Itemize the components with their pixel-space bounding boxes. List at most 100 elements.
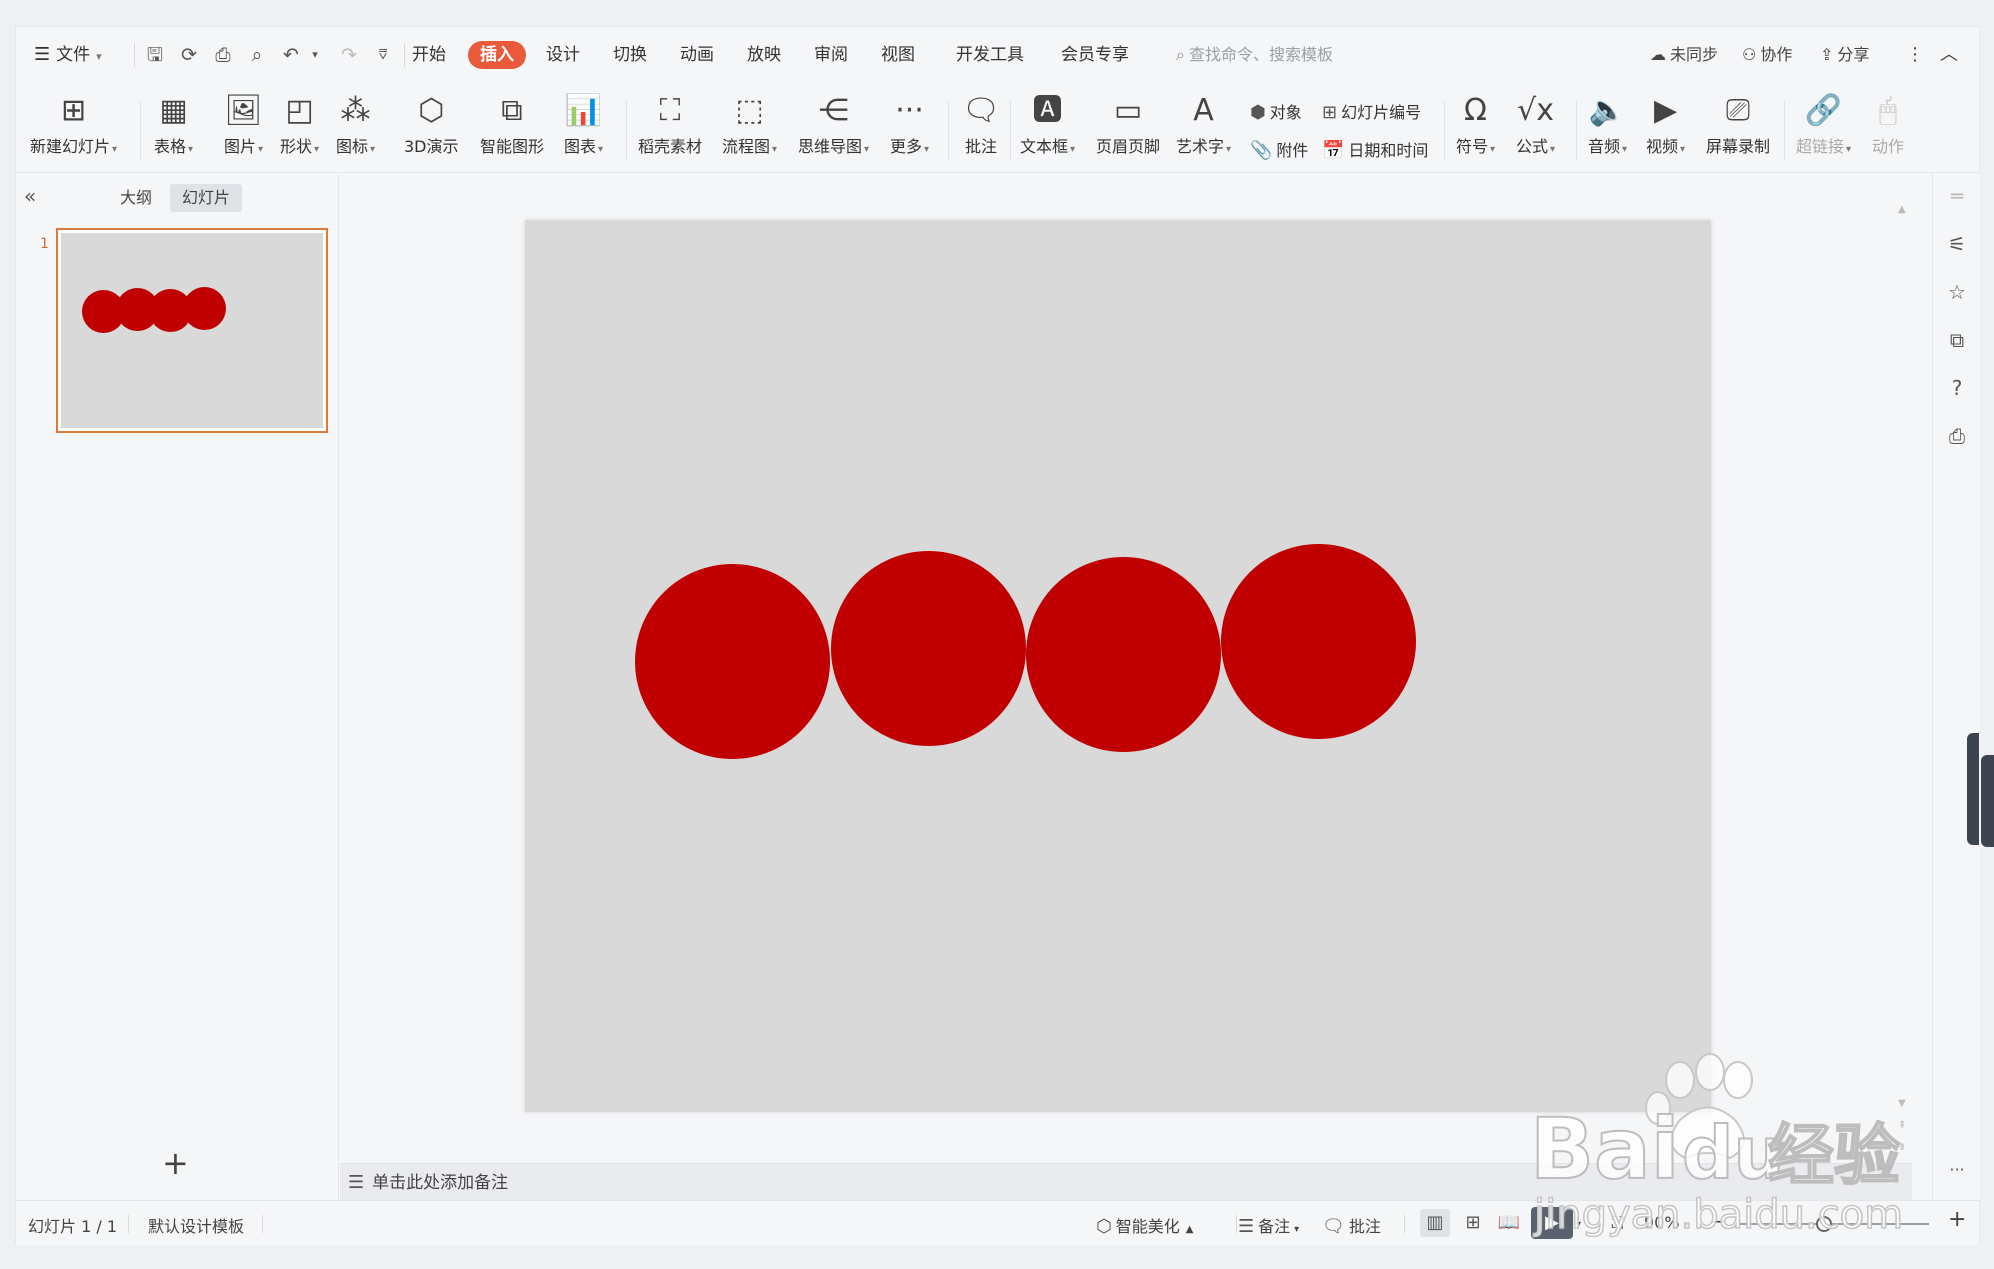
backup-icon[interactable]: ⎙ xyxy=(1943,422,1971,450)
more-button[interactable]: ··· 更多 ▾ xyxy=(890,89,929,157)
help-icon[interactable]: ? xyxy=(1943,374,1971,402)
hyperlink-button[interactable]: 🔗 超链接 ▾ xyxy=(1796,89,1851,157)
collab-button[interactable]: ⚇ 协作 xyxy=(1742,41,1792,69)
tab-view[interactable]: 视图 xyxy=(881,41,915,69)
sync-status[interactable]: ☁ 未同步 xyxy=(1650,41,1718,69)
scroll-down-icon[interactable]: ▼ xyxy=(1898,1098,1906,1109)
undo-icon[interactable]: ↶ xyxy=(278,41,304,69)
formula-button[interactable]: √x 公式 ▾ xyxy=(1516,89,1555,157)
tab-animations[interactable]: 动画 xyxy=(680,41,714,69)
play-slideshow-icon[interactable]: ▶ xyxy=(1531,1207,1573,1239)
datetime-button[interactable]: 📅 日期和时间 xyxy=(1322,137,1428,161)
more-icon[interactable]: ··· xyxy=(1943,1156,1971,1184)
red-circle-2[interactable] xyxy=(831,551,1026,746)
wordart-button[interactable]: A 艺术字 ▾ xyxy=(1176,89,1231,157)
object-icon: ⬢ xyxy=(1250,102,1266,123)
collapse-panel-icon[interactable]: « xyxy=(24,184,36,208)
tab-transitions[interactable]: 切换 xyxy=(613,41,647,69)
undo-dropdown-icon[interactable]: ▾ xyxy=(302,41,328,69)
zoom-slider-knob[interactable] xyxy=(1816,1216,1832,1232)
collapse-ribbon-icon[interactable]: ︿ xyxy=(1940,41,1958,69)
notes-area[interactable]: ☰ 单击此处添加备注 xyxy=(340,1163,1912,1200)
command-search[interactable]: ⌕ 查找命令、搜索模板 xyxy=(1176,41,1333,69)
tab-outline[interactable]: 大纲 xyxy=(108,184,164,212)
vertical-scrollbar[interactable]: ▲ ▼ ⇞ ⇟ xyxy=(1896,174,1912,1164)
icon-button[interactable]: ⁂ 图标 ▾ xyxy=(336,89,375,157)
prev-slide-icon[interactable]: ⇞ xyxy=(1898,1120,1906,1131)
shape-icon: ◰ xyxy=(285,93,314,128)
slide-sorter-icon[interactable]: ⊞ xyxy=(1458,1209,1488,1237)
template-name[interactable]: 默认设计模板 xyxy=(148,1213,244,1237)
tab-developer[interactable]: 开发工具 xyxy=(956,41,1024,69)
slide-thumbnail[interactable] xyxy=(56,228,328,433)
transition-icon[interactable]: ⧉ xyxy=(1943,326,1971,354)
fit-window-icon[interactable]: ⛶ xyxy=(1612,1213,1623,1233)
symbol-button[interactable]: Ω 符号 ▾ xyxy=(1456,89,1495,157)
new-slide-button[interactable]: ⊞ 新建幻灯片 ▾ xyxy=(30,89,117,157)
smartart-icon: ⧉ xyxy=(501,93,523,128)
tab-home[interactable]: 开始 xyxy=(412,41,446,69)
zoom-in-icon[interactable]: + xyxy=(1948,1207,1966,1232)
tab-review[interactable]: 审阅 xyxy=(814,41,848,69)
file-menu[interactable]: ☰ 文件 ▾ xyxy=(34,41,102,69)
drag-handle-icon[interactable]: ═ xyxy=(1943,182,1971,210)
table-button[interactable]: ▦ 表格 ▾ xyxy=(154,89,193,157)
slide-number-button[interactable]: ⊞ 幻灯片编号 xyxy=(1322,99,1421,123)
screen-record-button[interactable]: ⎚ 屏幕录制 xyxy=(1706,89,1770,157)
chart-button[interactable]: 📊 图表 ▾ xyxy=(564,89,603,157)
comment-button[interactable]: 🗨 批注 xyxy=(962,89,1000,157)
tab-design[interactable]: 设计 xyxy=(546,41,580,69)
action-button[interactable]: 🖱 动作 xyxy=(1872,89,1904,157)
picture-button[interactable]: 🖼 图片 ▾ xyxy=(224,89,263,157)
slide-canvas[interactable] xyxy=(525,220,1711,1112)
zoom-slider[interactable] xyxy=(1739,1223,1929,1225)
mindmap-button[interactable]: ⋲ 思维导图 ▾ xyxy=(798,89,869,157)
tab-slides[interactable]: 幻灯片 xyxy=(170,184,243,212)
format-painter-icon[interactable]: ⟳ xyxy=(176,41,202,69)
more-options-icon[interactable]: ⋮ xyxy=(1906,41,1924,69)
redo-icon[interactable]: ↷ xyxy=(336,41,362,69)
reading-view-icon[interactable]: 📖 xyxy=(1494,1209,1524,1237)
scroll-up-icon[interactable]: ▲ xyxy=(1898,204,1906,215)
play-dropdown-icon[interactable]: ▾ xyxy=(1576,1219,1581,1230)
sqrt-icon: √x xyxy=(1517,93,1554,128)
red-circle-1[interactable] xyxy=(635,564,830,759)
properties-icon[interactable]: ⚟ xyxy=(1943,230,1971,258)
cube-icon: ⬡ xyxy=(418,93,445,128)
attachment-button[interactable]: 📎 附件 xyxy=(1250,137,1308,161)
video-button[interactable]: ▶ 视频 ▾ xyxy=(1646,89,1685,157)
object-button[interactable]: ⬢ 对象 xyxy=(1250,99,1302,123)
header-footer-button[interactable]: ▭ 页眉页脚 xyxy=(1096,89,1160,157)
zoom-out-icon[interactable]: − xyxy=(1710,1209,1727,1233)
shape-button[interactable]: ◰ 形状 ▾ xyxy=(280,89,319,157)
audio-button[interactable]: 🔈 音频 ▾ xyxy=(1588,89,1627,157)
add-slide-icon[interactable]: + xyxy=(162,1144,189,1182)
tab-slideshow[interactable]: 放映 xyxy=(747,41,781,69)
textbox-button[interactable]: 🅰 文本框 ▾ xyxy=(1020,89,1075,157)
smartart-button[interactable]: ⧉ 智能图形 xyxy=(480,89,544,157)
smart-beautify-button[interactable]: ⬡ 智能美化 ▲ xyxy=(1096,1213,1193,1237)
slide-count: 幻灯片 1 / 1 xyxy=(28,1217,118,1236)
tab-member[interactable]: 会员专享 xyxy=(1061,41,1129,69)
divider xyxy=(134,43,135,67)
flowchart-button[interactable]: ⬚ 流程图 ▾ xyxy=(722,89,777,157)
customize-toolbar-icon[interactable]: ⩢ xyxy=(370,41,396,69)
print-icon[interactable]: ⎙ xyxy=(210,41,236,69)
print-preview-icon[interactable]: ⌕ xyxy=(244,41,270,69)
side-widget-handle[interactable] xyxy=(1967,733,1979,845)
red-circle-3[interactable] xyxy=(1026,557,1221,752)
notes-toggle[interactable]: ☰ 备注 ▾ xyxy=(1238,1213,1299,1237)
normal-view-icon[interactable]: ▥ xyxy=(1420,1209,1450,1237)
save-icon[interactable]: 🖫 xyxy=(142,41,168,69)
comment-toggle[interactable]: 🗨 批注 xyxy=(1322,1213,1381,1237)
zoom-level[interactable]: 90% ▾ xyxy=(1644,1213,1689,1232)
icons-icon: ⁂ xyxy=(340,93,371,128)
side-widget-handle[interactable] xyxy=(1981,755,1994,847)
tab-insert[interactable]: 插入 xyxy=(468,41,526,69)
red-circle-4[interactable] xyxy=(1221,544,1416,739)
share-button[interactable]: ⇪ 分享 xyxy=(1820,41,1869,69)
3d-demo-button[interactable]: ⬡ 3D演示 xyxy=(404,89,459,157)
docer-material-button[interactable]: ⛶ 稻壳素材 xyxy=(638,89,702,157)
animation-icon[interactable]: ☆ xyxy=(1943,278,1971,306)
next-slide-icon[interactable]: ⇟ xyxy=(1898,1142,1906,1153)
